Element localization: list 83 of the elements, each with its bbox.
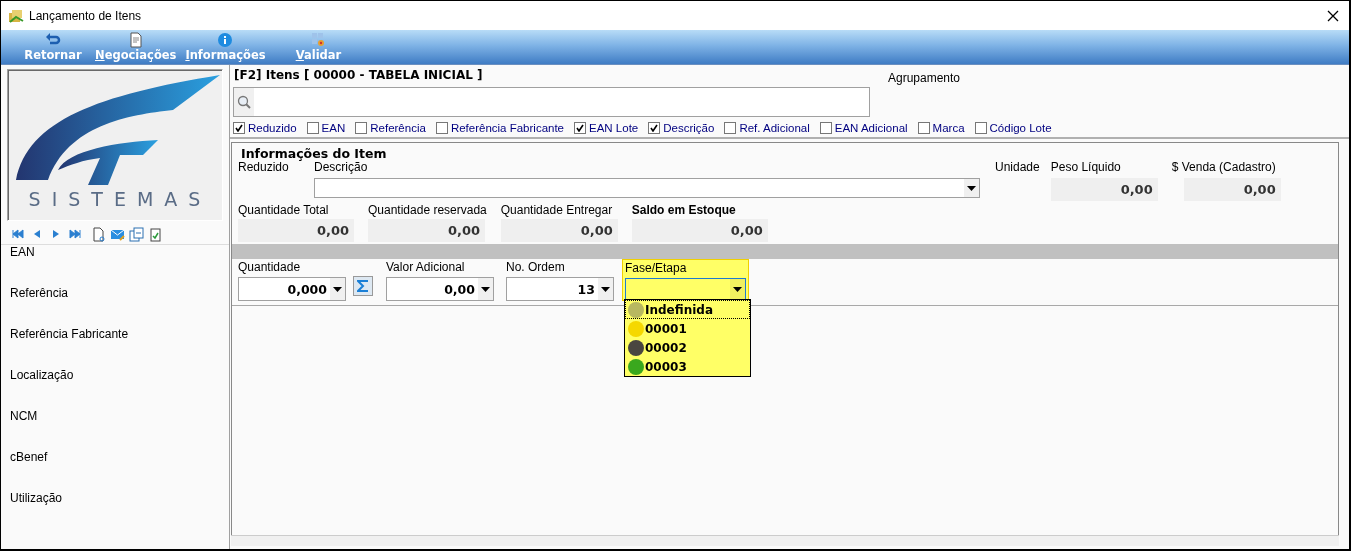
search-icon — [237, 95, 251, 109]
value-display: 0,00 — [368, 219, 485, 242]
clipboard-check-icon[interactable] — [148, 227, 163, 242]
checkbox-label[interactable]: Referência Fabricante — [450, 122, 565, 134]
search-field[interactable] — [233, 87, 870, 117]
field-label: Descrição — [314, 160, 369, 174]
checkbox-label[interactable]: EAN Lote — [589, 122, 639, 134]
checkbox[interactable] — [574, 122, 587, 134]
field-label: Reduzido — [238, 160, 289, 174]
value-dropdown[interactable]: 0,00 — [386, 277, 494, 301]
dropdown-option[interactable]: 00002 — [625, 338, 750, 357]
field-label: No. Ordem — [506, 260, 566, 274]
caret-icon[interactable] — [481, 286, 490, 292]
checkbox-label[interactable]: Reduzido — [248, 122, 297, 134]
close-icon[interactable] — [1327, 9, 1339, 22]
order-dropdown[interactable]: 13 — [506, 277, 614, 301]
field-label: Unidade — [995, 160, 1040, 174]
value-display: 0,00 — [500, 219, 618, 242]
field-label: Quantidade — [238, 260, 302, 274]
check-icon — [576, 124, 585, 132]
check-icon — [235, 124, 243, 132]
field-label: NCM — [10, 409, 38, 423]
check-icon — [650, 124, 659, 132]
checkbox[interactable] — [648, 122, 661, 134]
value-display: 0,00 — [631, 219, 768, 242]
field-label: Agrupamento — [888, 71, 961, 85]
checkbox-label[interactable]: Código Lote — [989, 122, 1052, 134]
checkbox-label[interactable]: Marca — [932, 122, 965, 134]
info-icon — [217, 32, 234, 48]
field-label: Localização — [10, 368, 74, 382]
section-title: Informações do Item — [241, 146, 387, 161]
dropdown-list[interactable]: Indefinida 00001 00002 00003 — [624, 299, 751, 377]
checkbox[interactable] — [917, 122, 930, 134]
caret-icon[interactable] — [967, 185, 976, 191]
window-title: Lançamento de Itens — [29, 8, 143, 23]
checkbox-label[interactable]: EAN — [321, 122, 346, 134]
last-icon[interactable] — [68, 227, 83, 242]
caret-icon[interactable] — [601, 286, 610, 292]
checkbox-label[interactable]: Referência — [370, 122, 426, 134]
grid-gear-icon — [310, 32, 327, 48]
sum-button[interactable] — [353, 276, 373, 296]
field-label: cBenef — [10, 450, 48, 464]
quantity-dropdown[interactable]: 0,000 — [238, 277, 346, 301]
caret-icon[interactable] — [333, 286, 342, 292]
sigma-icon — [357, 280, 369, 292]
field-label: Utilização — [10, 491, 63, 505]
checkbox[interactable] — [233, 122, 245, 134]
field-label: Quantidade Total — [238, 203, 330, 217]
document-icon — [127, 32, 144, 48]
field-label: Quantidade reservada — [368, 203, 487, 217]
checkbox[interactable] — [724, 122, 737, 134]
field-label: $ Venda (Cadastro) — [1171, 160, 1277, 174]
caret-icon[interactable] — [733, 286, 742, 292]
field-label: Fase/Etapa — [625, 261, 687, 275]
document-icon[interactable] — [91, 227, 106, 242]
field-label: EAN — [10, 245, 35, 259]
checkbox-label[interactable]: Ref. Adicional — [739, 122, 810, 134]
dropdown-option[interactable]: Indefinida — [625, 300, 750, 319]
field-label: Valor Adicional — [386, 260, 466, 274]
checkbox[interactable] — [306, 122, 319, 134]
checkbox[interactable] — [355, 122, 368, 134]
checkbox[interactable] — [435, 122, 448, 134]
field-label: Peso Líquido — [1050, 160, 1122, 174]
checkbox[interactable] — [819, 122, 832, 134]
copy-document-icon[interactable] — [129, 227, 144, 242]
envelope-icon[interactable] — [110, 227, 125, 242]
section-title: [F2] Itens [ 00000 - TABELA INICIAL ] — [234, 68, 483, 82]
logo-text: SISTEMAS — [27, 188, 213, 210]
value-display: 0,00 — [1050, 178, 1158, 201]
checkbox[interactable] — [974, 122, 987, 134]
checkbox-label[interactable]: EAN Adicional — [834, 122, 908, 134]
field-label: Referência — [10, 286, 69, 300]
folder-icon — [8, 7, 24, 24]
phase-dropdown[interactable] — [625, 278, 746, 300]
dropdown-option[interactable]: 00001 — [625, 319, 750, 338]
first-icon[interactable] — [11, 227, 26, 242]
field-label: Referência Fabricante — [10, 327, 129, 341]
value-display: 0,00 — [1183, 178, 1281, 201]
checkbox-label[interactable]: Descrição — [663, 122, 715, 134]
dropdown-option[interactable]: 00003 — [625, 357, 750, 376]
value-display: 0,00 — [238, 219, 354, 242]
field-label: Quantidade Entregar — [500, 203, 614, 217]
field-label: Saldo em Estoque — [631, 203, 737, 217]
